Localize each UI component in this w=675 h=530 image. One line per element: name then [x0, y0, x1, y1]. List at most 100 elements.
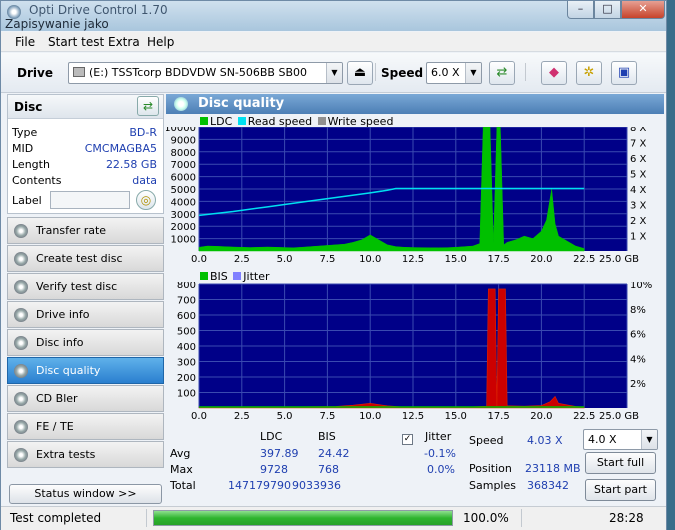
bis-chart: 0.0 2.5 5.0 7.5 10.0 12.5 15.0 17.5 20.0 22.5 25.0…	[177, 282, 652, 422]
c1-x-tick: 2.5	[234, 254, 250, 265]
disc-contents-label: Contents	[12, 174, 62, 187]
c1-y-tick: 2000	[171, 222, 196, 233]
c1-x-tick: 20.0	[530, 254, 552, 265]
ldc-header: LDC	[260, 430, 283, 443]
total-bis: 9033936	[292, 479, 341, 492]
c1-y-tick: 8000	[171, 148, 196, 159]
disc-mid-value: CMCMAGBA5	[84, 142, 157, 155]
menu-bar: File Start test Extra Help	[1, 32, 666, 52]
save-button[interactable]: ▣	[611, 61, 637, 85]
erase-button[interactable]: ◆	[541, 61, 567, 85]
nav-drive-info[interactable]: Drive info	[7, 301, 164, 328]
start-full-button[interactable]: Start full	[585, 452, 656, 474]
disc-type-label: Type	[12, 126, 38, 139]
menu-extra[interactable]: Extra	[108, 35, 140, 49]
status-divider	[146, 509, 147, 527]
drive-select[interactable]: (E:) TSSTcorp BDDVDW SN-506BB SB00 ▼	[68, 62, 343, 84]
disc-label-input[interactable]	[50, 191, 130, 209]
menu-start-test[interactable]: Start test	[48, 35, 104, 49]
c2-y-tick: 500	[177, 327, 196, 338]
nav-fe-te[interactable]: FE / TE	[7, 413, 164, 440]
c1-y-tick: 10000	[166, 127, 196, 134]
c1-y-tick: 3000	[171, 210, 196, 221]
menu-help[interactable]: Help	[147, 35, 174, 49]
nav-disc-info[interactable]: Disc info	[7, 329, 164, 356]
toolbar-divider	[525, 63, 526, 81]
disc-panel: Disc ⇄ Type BD-R MID CMCMAGBA5 Length 22…	[7, 94, 164, 214]
c1-y-tick: 4000	[171, 197, 196, 208]
chevron-down-icon: ▼	[641, 430, 657, 449]
chevron-down-icon: ▼	[326, 63, 342, 83]
c2-x-tick: 20.0	[530, 411, 552, 422]
disc-icon	[14, 364, 28, 378]
c1-x-tick: 25.0 GB	[599, 254, 639, 265]
disc-label-button[interactable]: ◎	[136, 190, 156, 210]
nav-label: Disc info	[36, 336, 84, 349]
sidebar: Disc ⇄ Type BD-R MID CMCMAGBA5 Length 22…	[7, 94, 164, 504]
nav-extra-tests[interactable]: Extra tests	[7, 441, 164, 468]
disc-icon	[14, 336, 28, 350]
toolbar: Drive (E:) TSSTcorp BDDVDW SN-506BB SB00…	[1, 53, 666, 93]
c1-y2-tick: 7 X	[630, 139, 647, 150]
eject-button[interactable]: ⏏	[347, 61, 373, 85]
c2-y-tick: 200	[177, 373, 196, 384]
avg-label: Avg	[170, 447, 191, 460]
c1-y2-tick: 6 X	[630, 154, 647, 165]
total-label: Total	[170, 479, 196, 492]
c2-x-tick: 10.0	[359, 411, 381, 422]
c1-y-tick: 6000	[171, 173, 196, 184]
nav-transfer-rate[interactable]: Transfer rate	[7, 217, 164, 244]
legend-swatch-ldc	[200, 117, 208, 125]
jitter-header: Jitter	[425, 430, 452, 443]
c1-y2-tick: 1 X	[630, 232, 647, 243]
panel-title: Disc quality	[198, 96, 285, 111]
position-value: 23118 MB	[525, 462, 581, 475]
start-part-button[interactable]: Start part	[585, 479, 656, 501]
disc-icon	[14, 392, 28, 406]
nav-label: CD Bler	[36, 392, 78, 405]
nav-create-test-disc[interactable]: Create test disc	[7, 245, 164, 272]
progress-bar	[153, 510, 453, 526]
c2-y-tick: 800	[177, 282, 196, 291]
c1-y-tick: 7000	[171, 160, 196, 171]
avg-jitter: -0.1%	[424, 447, 456, 460]
nav-label: Drive info	[36, 308, 90, 321]
drive-label: Drive	[17, 66, 53, 80]
settings-button[interactable]: ✲	[576, 61, 602, 85]
nav-label: Verify test disc	[36, 280, 118, 293]
c2-y2-tick: 10%	[630, 282, 652, 291]
speed-value: 4.03 X	[527, 434, 563, 447]
jitter-checkbox[interactable]: ✓	[402, 430, 413, 445]
position-label: Position	[469, 462, 512, 475]
c2-x-tick: 12.5	[402, 411, 424, 422]
minimize-button[interactable]: –	[567, 1, 594, 19]
disc-refresh-button[interactable]: ⇄	[137, 96, 159, 116]
c2-x-tick: 2.5	[234, 411, 250, 422]
disc-icon: ◎	[140, 193, 152, 207]
gears-icon: ✲	[583, 65, 595, 80]
progress-fill	[154, 511, 452, 525]
close-button[interactable]: ✕	[621, 1, 665, 19]
drive-icon	[73, 67, 85, 77]
speed-select[interactable]: 6.0 X ▼	[426, 62, 482, 84]
test-speed-select[interactable]: 4.0 X ▼	[583, 429, 658, 450]
total-ldc: 147179790	[228, 479, 291, 492]
nav-verify-test-disc[interactable]: Verify test disc	[7, 273, 164, 300]
speed-select-value: 6.0 X	[431, 66, 460, 79]
drive-select-value: (E:) TSSTcorp BDDVDW SN-506BB SB00	[89, 66, 308, 79]
status-window-button[interactable]: Status window >>	[9, 484, 162, 504]
avg-bis: 24.42	[318, 447, 350, 460]
c2-y-tick: 300	[177, 358, 196, 369]
nav-cd-bler[interactable]: CD Bler	[7, 385, 164, 412]
speed-label: Speed	[469, 434, 504, 447]
refresh-button[interactable]: ⇄	[489, 61, 515, 85]
nav-disc-quality[interactable]: Disc quality	[7, 357, 164, 384]
nav-label: Extra tests	[36, 448, 96, 461]
maximize-button[interactable]: □	[594, 1, 621, 19]
disc-icon	[174, 97, 188, 111]
c2-x-tick: 25.0 GB	[599, 411, 639, 422]
c2-y2-tick: 6%	[630, 330, 646, 341]
c2-y-tick: 600	[177, 311, 196, 322]
menu-file[interactable]: File	[15, 35, 35, 49]
c2-x-tick: 5.0	[277, 411, 293, 422]
